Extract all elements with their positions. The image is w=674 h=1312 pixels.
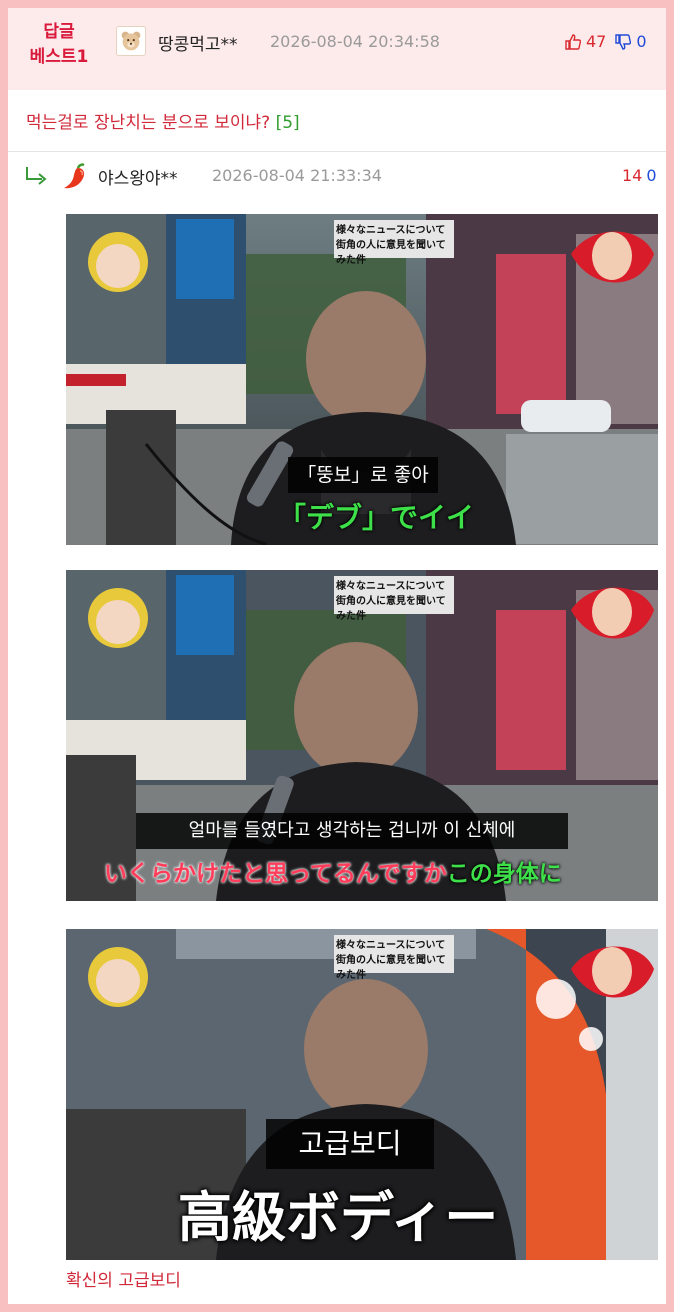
best-comment-text[interactable]: 먹는걸로 장난치는 분으로 보이냐? [5] xyxy=(26,108,300,133)
reply-downvote-count[interactable]: 0 xyxy=(646,166,656,185)
subtitle-japanese: 「デブ」でイイ xyxy=(278,501,475,534)
subtitle-japanese: いくらかけたと思ってるんですかこの身体に xyxy=(104,854,562,888)
best-reply-badge: 답글 베스트1 xyxy=(22,20,96,70)
reply-upvote-count[interactable]: 14 xyxy=(622,166,642,185)
tv-header-text: 様々なニュースについて 街角の人に意見を聞いてみた件 xyxy=(336,223,452,268)
tv-screenshot-3: 様々なニュースについて 街角の人に意見を聞いてみた件 고급보디 高級ボディー xyxy=(66,929,658,1260)
best-reply-header: 답글 베스트1 땅콩먹고** 2026-08-04 20:34:58 47 0 xyxy=(8,8,666,90)
subtitle-japanese: 高級ボディー xyxy=(178,1186,499,1249)
tv-header-line-1: 様々なニュースについて xyxy=(336,940,446,951)
tv-header-line-2: 街角の人に意見を聞いてみた件 xyxy=(336,596,446,622)
best-comment-votes: 47 0 xyxy=(564,32,647,51)
best-comment-datetime: 2026-08-04 20:34:58 xyxy=(270,32,440,51)
chili-pepper-icon[interactable] xyxy=(60,162,90,192)
reply-votes: 14 0 xyxy=(622,166,657,185)
subtitle-korean: 얼마를 들였다고 생각하는 겁니까 이 신체에 xyxy=(136,813,568,849)
tv-header-line-2: 街角の人に意見を聞いてみた件 xyxy=(336,955,446,981)
tv-header-line-1: 様々なニュースについて xyxy=(336,581,446,592)
reply-author[interactable]: 야스왕야** xyxy=(98,164,178,189)
badge-line-2: 베스트1 xyxy=(29,47,89,67)
reply-text[interactable]: 확신의 고급보디 xyxy=(66,1266,181,1291)
tv-header-text: 様々なニュースについて 街角の人に意見を聞いてみた件 xyxy=(336,579,452,624)
best-comment-body: 먹는걸로 장난치는 분으로 보이냐? xyxy=(26,113,271,133)
bear-avatar-icon[interactable] xyxy=(116,26,146,56)
thumbs-up-icon[interactable] xyxy=(564,33,582,51)
tv-screenshot-2: 様々なニュースについて 街角の人に意見を聞いてみた件 얼마를 들였다고 생각하는… xyxy=(66,570,658,901)
subtitle-korean: 「뚱보」로 좋아 xyxy=(288,457,438,493)
badge-line-1: 답글 xyxy=(43,22,75,42)
tv-header-text: 様々なニュースについて 街角の人に意見を聞いてみた件 xyxy=(336,938,452,983)
subtitle-japanese-part-1: いくらかけたと思ってるんですか xyxy=(104,861,447,887)
best-upvote-count: 47 xyxy=(586,32,607,51)
thumbs-down-icon[interactable] xyxy=(614,33,632,51)
divider xyxy=(8,151,666,152)
reply-count[interactable]: [5] xyxy=(276,113,300,133)
subtitle-korean: 고급보디 xyxy=(266,1119,434,1169)
best-downvote-count: 0 xyxy=(636,32,647,51)
tv-header-line-2: 街角の人に意見を聞いてみた件 xyxy=(336,240,446,266)
tv-header-line-1: 様々なニュースについて xyxy=(336,225,446,236)
reply-datetime: 2026-08-04 21:33:34 xyxy=(212,166,382,185)
reply-arrow-icon xyxy=(26,167,47,185)
comment-thread: 답글 베스트1 땅콩먹고** 2026-08-04 20:34:58 47 0 xyxy=(8,8,666,1304)
tv-screenshot-1: 様々なニュースについて 街角の人に意見を聞いてみた件 「뚱보」로 좋아 「デブ」… xyxy=(66,214,658,545)
subtitle-japanese-part-2: この身体に xyxy=(446,861,562,887)
best-comment-author[interactable]: 땅콩먹고** xyxy=(158,30,238,55)
